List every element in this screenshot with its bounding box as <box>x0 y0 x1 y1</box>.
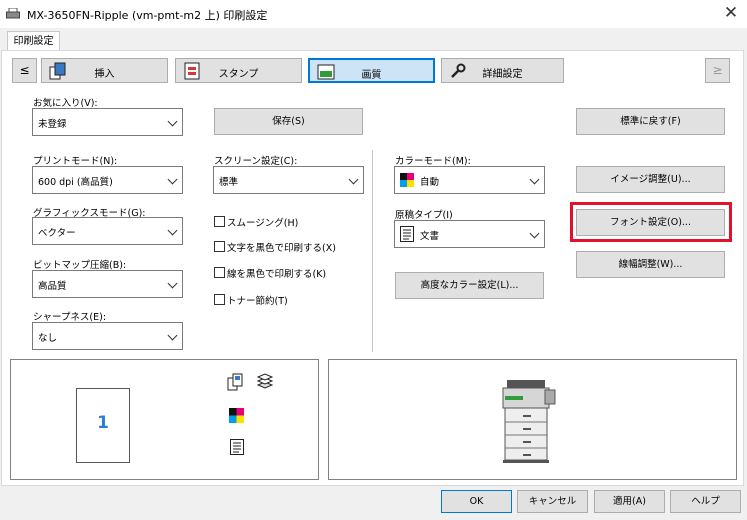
apply-button[interactable]: 適用(A) <box>594 490 665 513</box>
original-type-label: 原稿タイプ(I) <box>395 210 453 221</box>
color-mode-select[interactable]: 自動 <box>394 166 545 194</box>
favorites-select[interactable]: 未登録 <box>32 108 183 136</box>
title-bar: MX-3650FN-Ripple (vm-pmt-m2 上) 印刷設定 ✕ <box>0 0 747 28</box>
bitmap-value: 高品質 <box>38 281 67 292</box>
smoothing-label: スムージング(H) <box>227 218 299 229</box>
nav-stamp-button[interactable]: スタンプ <box>175 58 302 83</box>
reset-defaults-button[interactable]: 標準に戻す(F) <box>576 108 725 135</box>
chevron-down-icon <box>167 330 178 341</box>
line-black-checkbox[interactable]: 線を黒色で印刷する(K) <box>214 266 326 280</box>
checkbox-box[interactable] <box>214 216 225 227</box>
color-mode-icon <box>229 408 244 423</box>
nav-next-button[interactable]: ≥ <box>705 58 730 83</box>
printer-preview-pane <box>328 359 737 480</box>
color-auto-icon <box>400 173 414 187</box>
checkbox-box[interactable] <box>214 267 225 278</box>
nav-image-quality-label: 画質 <box>361 70 382 81</box>
chevron-down-icon <box>167 174 178 185</box>
toner-save-label: トナー節約(T) <box>227 296 288 307</box>
printer-device-image <box>502 380 556 463</box>
tab-print-settings[interactable]: 印刷設定 <box>7 31 60 51</box>
original-type-select[interactable]: 文書 <box>394 220 545 248</box>
screen-label: スクリーン設定(C): <box>214 156 298 167</box>
checkbox-box[interactable] <box>214 294 225 305</box>
text-black-label: 文字を黒色で印刷する(X) <box>227 243 336 254</box>
print-mode-value: 600 dpi (高品質) <box>38 177 113 188</box>
sharpness-select[interactable]: なし <box>32 322 183 350</box>
smoothing-checkbox[interactable]: スムージング(H) <box>214 215 298 229</box>
screen-select[interactable]: 標準 <box>213 166 364 194</box>
chevron-down-icon <box>529 228 540 239</box>
highlight-frame <box>570 202 732 242</box>
nav-advanced-label: 詳細設定 <box>482 69 523 80</box>
favorites-value: 未登録 <box>38 119 67 130</box>
color-mode-value: 自動 <box>420 177 440 188</box>
image-adjust-button[interactable]: イメージ調整(U)... <box>576 166 725 193</box>
page-thumbnail: 1 <box>76 388 130 463</box>
bitmap-select[interactable]: 高品質 <box>32 270 183 298</box>
chevron-down-icon <box>529 174 540 185</box>
sharpness-label: シャープネス(E): <box>33 312 107 323</box>
chevron-down-icon <box>167 116 178 127</box>
nav-prev-button[interactable]: ≤ <box>12 58 37 83</box>
print-mode-select[interactable]: 600 dpi (高品質) <box>32 166 183 194</box>
checkbox-box[interactable] <box>214 241 225 252</box>
document-icon <box>400 226 414 242</box>
ok-button[interactable]: OK <box>441 490 512 513</box>
window-title: MX-3650FN-Ripple (vm-pmt-m2 上) 印刷設定 <box>27 9 268 22</box>
original-type-value: 文書 <box>420 231 440 242</box>
print-mode-label: プリントモード(N): <box>33 156 118 167</box>
screen-value: 標準 <box>219 177 239 188</box>
line-black-label: 線を黒色で印刷する(K) <box>227 269 327 280</box>
nav-insert-label: 挿入 <box>94 69 115 80</box>
document-icon <box>230 439 244 455</box>
save-button[interactable]: 保存(S) <box>214 108 363 135</box>
color-mode-label: カラーモード(M): <box>395 156 471 167</box>
multi-page-icon <box>227 373 243 391</box>
page-preview-pane: 1 <box>10 359 319 480</box>
page-number: 1 <box>97 413 109 433</box>
graphics-mode-value: ベクター <box>38 228 76 239</box>
text-black-checkbox[interactable]: 文字を黒色で印刷する(X) <box>214 240 336 254</box>
nav-stamp-label: スタンプ <box>218 69 259 80</box>
toner-save-checkbox[interactable]: トナー節約(T) <box>214 293 288 307</box>
divider <box>372 150 373 352</box>
line-width-button[interactable]: 線幅調整(W)... <box>576 251 725 278</box>
sharpness-value: なし <box>38 333 58 344</box>
chevron-down-icon <box>167 278 178 289</box>
nav-image-quality-button[interactable]: 画質 <box>308 58 435 83</box>
cancel-button[interactable]: キャンセル <box>517 490 588 513</box>
nav-advanced-button[interactable]: 詳細設定 <box>441 58 564 83</box>
paper-stack-icon <box>256 373 274 389</box>
graphics-mode-select[interactable]: ベクター <box>32 217 183 245</box>
help-button[interactable]: ヘルプ <box>670 490 741 513</box>
chevron-down-icon <box>348 174 359 185</box>
close-button[interactable]: ✕ <box>720 3 742 23</box>
nav-insert-button[interactable]: 挿入 <box>41 58 168 83</box>
advanced-color-button[interactable]: 高度なカラー設定(L)... <box>395 272 544 299</box>
bitmap-label: ビットマップ圧縮(B): <box>33 260 127 271</box>
chevron-down-icon <box>167 225 178 236</box>
favorites-label: お気に入り(V): <box>33 98 98 109</box>
printer-icon <box>6 8 20 19</box>
